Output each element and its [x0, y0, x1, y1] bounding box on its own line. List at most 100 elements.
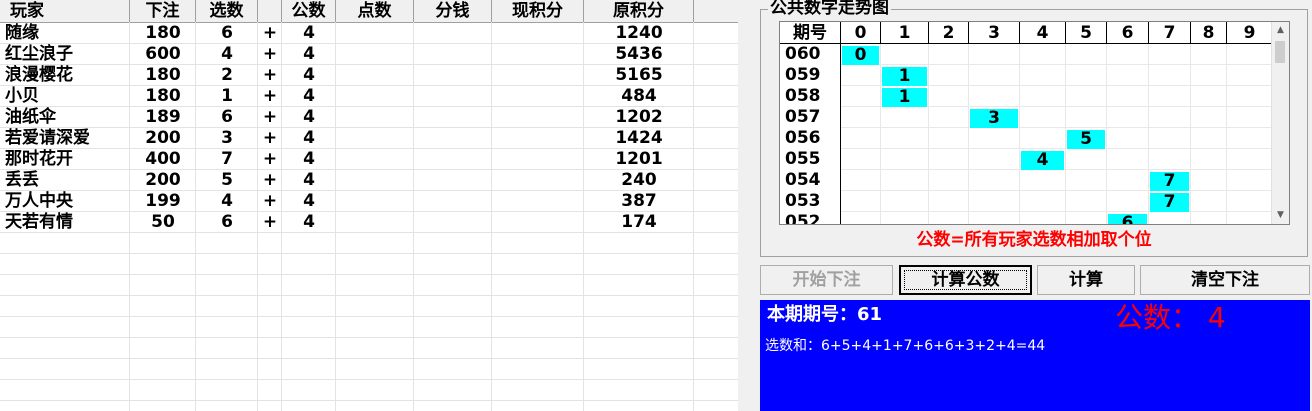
- points-value: [336, 170, 414, 191]
- trend-hline: [841, 127, 1272, 128]
- trend-period-label: 060: [780, 44, 841, 65]
- calc-public-button[interactable]: 计算公数: [899, 265, 1032, 295]
- trend-vline: [1190, 44, 1191, 224]
- current-score: [492, 65, 584, 86]
- current-score: [492, 212, 584, 233]
- share-value: [414, 128, 492, 149]
- op-sign: +: [262, 86, 278, 106]
- col-header-op[interactable]: [258, 0, 282, 22]
- trend-period-label: 055: [780, 149, 841, 170]
- share-value: [414, 212, 492, 233]
- bet-value: 400: [145, 149, 181, 169]
- public-value: 4: [303, 191, 315, 211]
- trend-digit-marker: 7: [1150, 172, 1189, 191]
- original-score: 1202: [615, 107, 663, 127]
- original-score: 1424: [615, 128, 663, 148]
- col-header-original-score[interactable]: 原积分: [584, 0, 694, 22]
- op-sign: +: [262, 212, 278, 232]
- table-row[interactable]: 万人中央 199 4 +4 387: [0, 191, 738, 212]
- trend-vline: [928, 44, 929, 224]
- trend-col-digit: 8: [1191, 22, 1227, 44]
- trend-hline: [841, 190, 1272, 191]
- table-row[interactable]: 丢丢 200 5 +4 240: [0, 170, 738, 191]
- col-header-share[interactable]: 分钱: [414, 0, 492, 22]
- trend-col-digit: 9: [1227, 22, 1273, 44]
- trend-vline: [968, 44, 969, 224]
- public-value: 4: [303, 23, 315, 43]
- scroll-down-icon[interactable]: ▼: [1272, 207, 1289, 224]
- player-name: 随缘: [5, 23, 39, 43]
- table-row[interactable]: 油纸伞 189 6 +4 1202: [0, 107, 738, 128]
- trend-vline: [1148, 44, 1149, 224]
- public-value: 4: [303, 65, 315, 85]
- points-value: [336, 212, 414, 233]
- original-score: 484: [621, 86, 657, 106]
- public-number-result: 公数： 4: [1115, 301, 1226, 334]
- player-grid[interactable]: 玩家 下注 选数 公数 点数 分钱 现积分 原积分 随缘 180 6 +4 1240 红尘…: [0, 0, 738, 411]
- trend-period-label: 059: [780, 65, 841, 86]
- trend-scrollbar[interactable]: ▲ ▼: [1271, 22, 1289, 224]
- pick-value: 3: [221, 128, 233, 148]
- player-name: 小贝: [5, 86, 39, 106]
- pick-value: 7: [221, 149, 233, 169]
- trend-digit-marker: 7: [1150, 193, 1189, 212]
- trend-digit-marker: 3: [970, 109, 1018, 128]
- grid-hline: [0, 295, 738, 296]
- bet-value: 199: [145, 191, 181, 211]
- share-value: [414, 44, 492, 65]
- table-row[interactable]: 若爱请深爱 200 3 +4 1424: [0, 128, 738, 149]
- clear-bets-button[interactable]: 清空下注: [1140, 265, 1310, 295]
- table-row[interactable]: 红尘浪子 600 4 +4 5436: [0, 44, 738, 65]
- col-header-pick[interactable]: 选数: [196, 0, 258, 22]
- player-rows: 随缘 180 6 +4 1240 红尘浪子 600 4 +4 5436 浪漫樱花 180 2 +4 5165…: [0, 23, 738, 233]
- trend-vline: [1065, 44, 1066, 224]
- trend-col-digit: 3: [969, 22, 1020, 44]
- trend-col-digit: 5: [1066, 22, 1107, 44]
- trend-title: 公共数字走势图: [768, 0, 891, 18]
- public-value: 4: [303, 149, 315, 169]
- current-score: [492, 170, 584, 191]
- current-score: [492, 128, 584, 149]
- op-sign: +: [262, 44, 278, 64]
- table-row[interactable]: 那时花开 400 7 +4 1201: [0, 149, 738, 170]
- trend-period-label: 056: [780, 128, 841, 149]
- points-value: [336, 23, 414, 44]
- trend-digit-marker: 4: [1021, 151, 1064, 170]
- pick-value: 6: [221, 107, 233, 127]
- trend-period-label: 054: [780, 170, 841, 191]
- table-row[interactable]: 天若有情 50 6 +4 174: [0, 212, 738, 233]
- original-score: 5436: [615, 44, 663, 64]
- start-bet-button[interactable]: 开始下注: [760, 265, 893, 295]
- share-value: [414, 170, 492, 191]
- bet-value: 200: [145, 170, 181, 190]
- op-sign: +: [262, 107, 278, 127]
- share-value: [414, 65, 492, 86]
- col-header-current-score[interactable]: 现积分: [492, 0, 584, 22]
- scroll-up-icon[interactable]: ▲: [1272, 22, 1289, 39]
- col-header-bet[interactable]: 下注: [130, 0, 196, 22]
- share-value: [414, 107, 492, 128]
- table-row[interactable]: 小贝 180 1 +4 484: [0, 86, 738, 107]
- player-name: 天若有情: [5, 212, 73, 232]
- col-header-player[interactable]: 玩家: [0, 0, 130, 22]
- share-value: [414, 149, 492, 170]
- public-number-rule-note: 公数=所有玩家选数相加取个位: [916, 230, 1152, 250]
- pick-value: 6: [221, 23, 233, 43]
- current-score: [492, 149, 584, 170]
- original-score: 387: [621, 191, 657, 211]
- share-value: [414, 23, 492, 44]
- current-period-label: 本期期号：61: [767, 304, 883, 325]
- player-name: 浪漫樱花: [5, 65, 73, 85]
- table-row[interactable]: 浪漫樱花 180 2 +4 5165: [0, 65, 738, 86]
- col-header-public[interactable]: 公数: [282, 0, 336, 22]
- original-score: 1240: [615, 23, 663, 43]
- points-value: [336, 44, 414, 65]
- scroll-thumb[interactable]: [1275, 41, 1285, 63]
- trend-period-label: 058: [780, 86, 841, 107]
- col-header-points[interactable]: 点数: [336, 0, 414, 22]
- trend-chart[interactable]: 期号 0 1 2 3 4 5 6 7 8 9 060 0 059 1 058 1 057 3 056 5 055 4 054…: [779, 21, 1290, 225]
- op-sign: +: [262, 149, 278, 169]
- table-row[interactable]: 随缘 180 6 +4 1240: [0, 23, 738, 44]
- player-name: 红尘浪子: [5, 44, 73, 64]
- calc-button[interactable]: 计算: [1037, 265, 1135, 295]
